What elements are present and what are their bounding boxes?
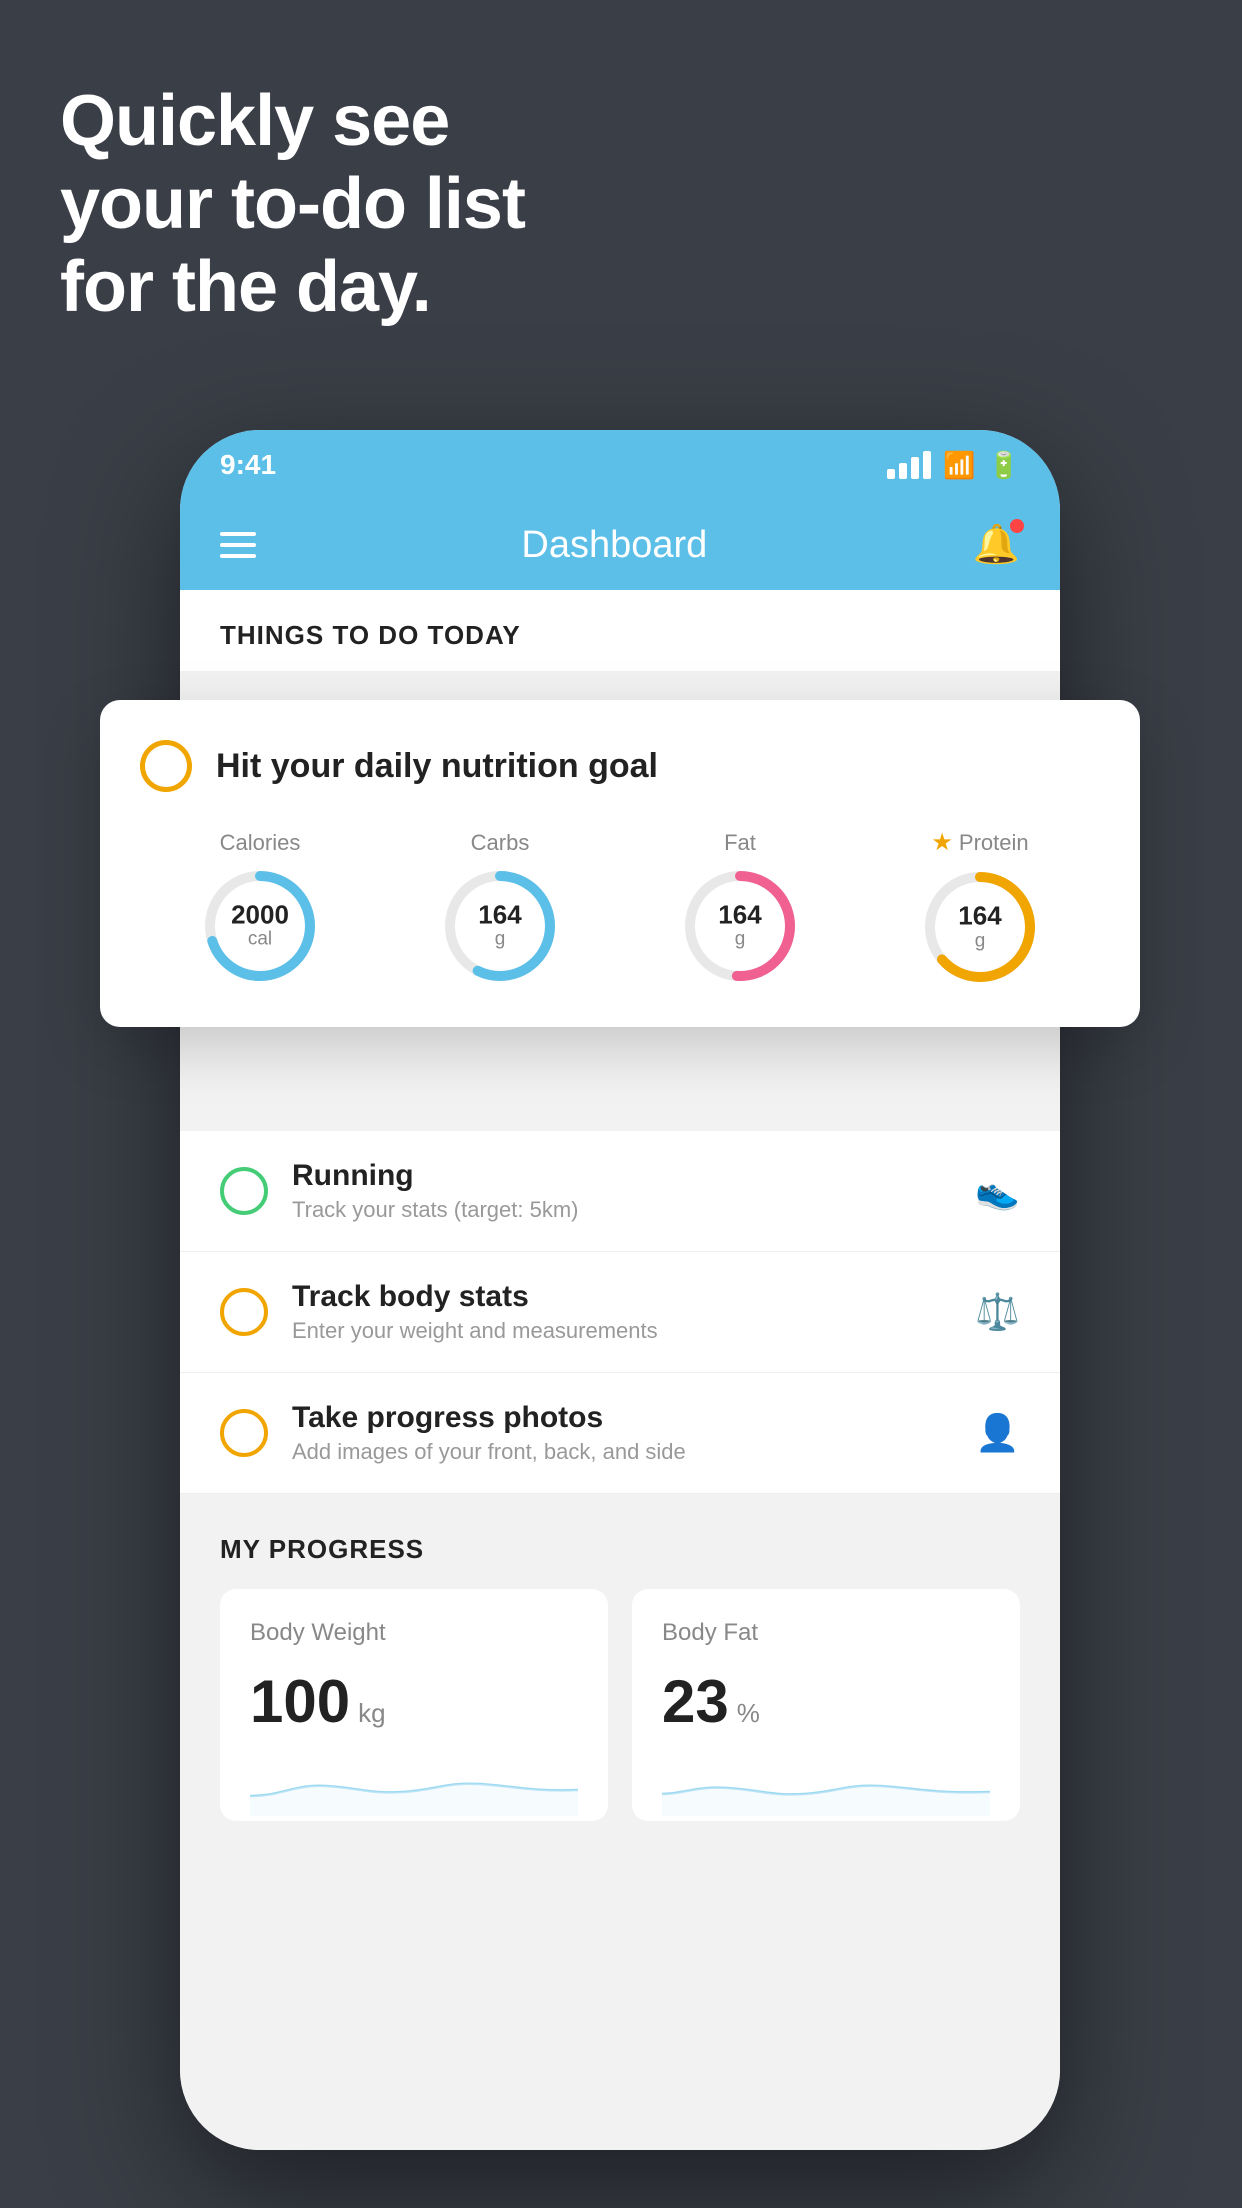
nutrition-card-title: Hit your daily nutrition goal	[216, 747, 658, 786]
calories-unit: cal	[231, 929, 289, 951]
body-fat-card[interactable]: Body Fat 23 %	[632, 1589, 1020, 1821]
protein-value: 164	[958, 902, 1001, 931]
phone-mockup: 9:41 📶 🔋 Dashboard 🔔 THINGS TO DO TODAY	[180, 430, 1060, 2150]
running-icon: 👟	[975, 1170, 1020, 1212]
body-weight-value: 100	[250, 1667, 350, 1736]
nutrition-item-protein: ★Protein 164 g	[920, 828, 1040, 987]
todo-text-running: Running Track your stats (target: 5km)	[292, 1159, 951, 1223]
calories-ring: 2000 cal	[200, 866, 320, 986]
battery-icon: 🔋	[988, 450, 1020, 481]
fat-unit: g	[718, 929, 761, 951]
signal-icon	[887, 451, 931, 479]
nutrition-row: Calories 2000 cal Carbs	[140, 828, 1100, 987]
star-icon: ★	[931, 828, 953, 857]
todo-item-photos[interactable]: Take progress photos Add images of your …	[180, 1373, 1060, 1494]
hamburger-menu[interactable]	[220, 532, 256, 558]
things-today-header: THINGS TO DO TODAY	[180, 590, 1060, 671]
card-title-row: Hit your daily nutrition goal	[140, 740, 1100, 792]
todo-subtitle-running: Track your stats (target: 5km)	[292, 1197, 951, 1223]
carbs-label: Carbs	[471, 830, 530, 856]
carbs-value: 164	[478, 900, 521, 929]
todo-circle-green	[220, 1167, 268, 1215]
nutrition-item-calories: Calories 2000 cal	[200, 830, 320, 986]
protein-unit: g	[958, 930, 1001, 952]
fat-ring: 164 g	[680, 866, 800, 986]
carbs-ring: 164 g	[440, 866, 560, 986]
todo-item-running[interactable]: Running Track your stats (target: 5km) 👟	[180, 1131, 1060, 1252]
calories-label: Calories	[220, 830, 301, 856]
nav-title: Dashboard	[521, 524, 707, 567]
body-fat-title: Body Fat	[662, 1619, 990, 1647]
body-weight-unit: kg	[358, 1698, 385, 1729]
todo-item-body-stats[interactable]: Track body stats Enter your weight and m…	[180, 1252, 1060, 1373]
todo-list: Running Track your stats (target: 5km) 👟…	[180, 1131, 1060, 1494]
body-fat-unit: %	[737, 1698, 760, 1729]
nutrition-item-carbs: Carbs 164 g	[440, 830, 560, 986]
body-weight-chart	[250, 1756, 578, 1816]
carbs-unit: g	[478, 929, 521, 951]
body-weight-card[interactable]: Body Weight 100 kg	[220, 1589, 608, 1821]
nav-bar: Dashboard 🔔	[180, 500, 1060, 590]
photo-icon: 👤	[975, 1412, 1020, 1454]
protein-label: ★Protein	[931, 828, 1028, 857]
body-fat-value: 23	[662, 1667, 729, 1736]
fat-value: 164	[718, 900, 761, 929]
body-weight-title: Body Weight	[250, 1619, 578, 1647]
wifi-icon: 📶	[943, 450, 975, 481]
body-fat-value-row: 23 %	[662, 1667, 990, 1736]
todo-title-photos: Take progress photos	[292, 1401, 951, 1435]
todo-circle-body-stats	[220, 1288, 268, 1336]
time-display: 9:41	[220, 449, 276, 481]
todo-text-photos: Take progress photos Add images of your …	[292, 1401, 951, 1465]
todo-text-body-stats: Track body stats Enter your weight and m…	[292, 1280, 951, 1344]
nutrition-item-fat: Fat 164 g	[680, 830, 800, 986]
todo-subtitle-body-stats: Enter your weight and measurements	[292, 1318, 951, 1344]
status-bar: 9:41 📶 🔋	[180, 430, 1060, 500]
todo-circle-photos	[220, 1409, 268, 1457]
todo-title-running: Running	[292, 1159, 951, 1193]
nutrition-circle-indicator	[140, 740, 192, 792]
progress-cards: Body Weight 100 kg Body Fat 23 %	[220, 1589, 1020, 1821]
progress-header: MY PROGRESS	[220, 1534, 1020, 1565]
notification-bell[interactable]: 🔔	[973, 523, 1020, 567]
status-icons: 📶 🔋	[887, 450, 1020, 481]
body-weight-value-row: 100 kg	[250, 1667, 578, 1736]
fat-label: Fat	[724, 830, 756, 856]
progress-section: MY PROGRESS Body Weight 100 kg B	[180, 1494, 1060, 1821]
todo-subtitle-photos: Add images of your front, back, and side	[292, 1439, 951, 1465]
notification-dot	[1010, 519, 1024, 533]
scale-icon: ⚖️	[975, 1291, 1020, 1333]
todo-title-body-stats: Track body stats	[292, 1280, 951, 1314]
body-fat-chart	[662, 1756, 990, 1816]
protein-ring: 164 g	[920, 867, 1040, 987]
calories-value: 2000	[231, 900, 289, 929]
nutrition-card: Hit your daily nutrition goal Calories 2…	[100, 700, 1140, 1027]
hero-heading: Quickly see your to-do list for the day.	[60, 80, 525, 328]
